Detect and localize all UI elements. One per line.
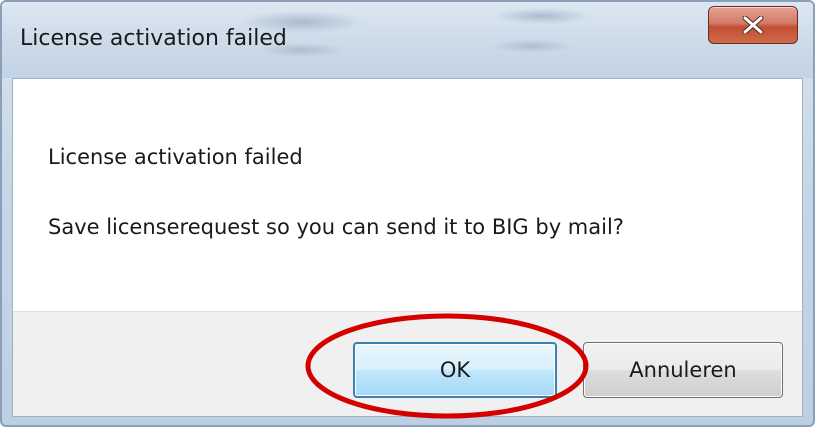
- message-heading: License activation failed: [48, 145, 303, 169]
- window-title: License activation failed: [20, 26, 287, 51]
- cancel-button[interactable]: Annuleren: [583, 342, 783, 398]
- license-dialog: License activation failed License activa…: [0, 0, 815, 427]
- message-question: Save licenserequest so you can send it t…: [48, 215, 624, 239]
- close-button[interactable]: [708, 6, 798, 44]
- close-icon: [742, 16, 764, 34]
- message-area: License activation failed Save licensere…: [13, 79, 802, 311]
- title-bar[interactable]: License activation failed: [2, 2, 813, 78]
- ok-button[interactable]: OK: [353, 342, 557, 398]
- dialog-content: License activation failed Save licensere…: [12, 78, 803, 417]
- button-bar: OK Annuleren: [13, 311, 802, 416]
